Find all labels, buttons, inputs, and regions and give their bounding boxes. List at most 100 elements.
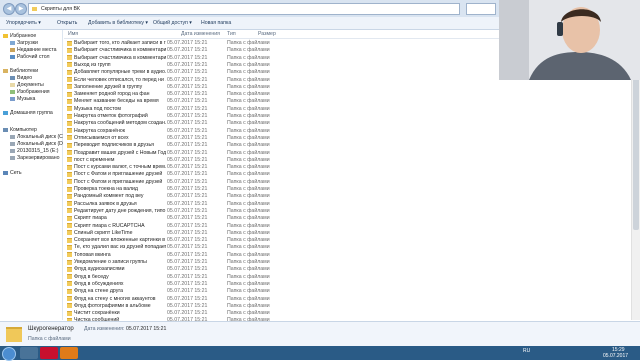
- organize-button[interactable]: Упорядочить ▾: [6, 20, 41, 26]
- folder-icon: [67, 135, 72, 141]
- file-type: Папка с файлами: [227, 273, 270, 280]
- file-name: Переводит подписчиков в друзья: [74, 142, 154, 149]
- file-row[interactable]: Накрутка сообщений методом создан... 05.0…: [64, 119, 630, 126]
- sidebar-item-reserved[interactable]: Зарезервировано: [10, 155, 60, 162]
- file-row[interactable]: Флуд на стену с многих аккаунтов 05.07.20…: [64, 295, 630, 302]
- details-pane: Шкурогенератор Дата изменения: 05.07.201…: [0, 321, 640, 347]
- sidebar-item-video[interactable]: Видео: [10, 75, 32, 82]
- file-row[interactable]: Пост с Фатом и приглашение друзей 05.07.2…: [64, 170, 630, 177]
- sidebar-item-drive-d[interactable]: Локальный диск (D: [10, 141, 63, 148]
- sidebar-item-homegroup[interactable]: Домашняя группа: [3, 110, 53, 117]
- file-row[interactable]: Спиный скрипт LikeTime 05.07.2017 15:21 Па…: [64, 229, 630, 236]
- library-icon: [3, 68, 8, 73]
- file-row[interactable]: Топовая вкинга 05.07.2017 15:21 Папка с фа…: [64, 251, 630, 258]
- taskbar-app-icon[interactable]: [60, 347, 78, 359]
- file-type: Папка с файлами: [227, 149, 270, 156]
- search-input[interactable]: [466, 3, 496, 15]
- file-row[interactable]: Скрипт пиара 05.07.2017 15:21 Папка с файл…: [64, 214, 630, 221]
- file-date: 05.07.2017 15:21: [167, 302, 208, 309]
- drive-icon: [10, 134, 15, 139]
- language-indicator[interactable]: RU: [523, 348, 530, 354]
- folder-icon: [67, 259, 72, 265]
- folder-icon: [32, 7, 37, 11]
- sidebar-item-favorites[interactable]: Избранное: [3, 33, 36, 40]
- file-row[interactable]: Заменяет родной город на фан 05.07.2017 1…: [64, 90, 630, 97]
- file-row[interactable]: Рандомный коммент под веу 05.07.2017 15:2…: [64, 192, 630, 199]
- file-row[interactable]: Флуд в обсуждениях 05.07.2017 15:21 Папка …: [64, 280, 630, 287]
- file-row[interactable]: Поздравит ваших друзей с Новым Годо... 05…: [64, 149, 630, 156]
- file-row[interactable]: Рассылка заявок в друзья 05.07.2017 15:21…: [64, 200, 630, 207]
- file-row[interactable]: Уведомление о записи группы 05.07.2017 15…: [64, 258, 630, 265]
- file-row[interactable]: Пост с курсами валют, с точным врем... 05…: [64, 163, 630, 170]
- sidebar-item-recent[interactable]: Недавние места: [10, 47, 57, 54]
- recent-icon: [10, 47, 15, 52]
- sidebar-item-network[interactable]: Сеть: [3, 170, 22, 177]
- file-name: Флуд на стене друга: [74, 288, 123, 295]
- open-button[interactable]: Открыть: [57, 20, 77, 26]
- file-row[interactable]: Сохраняет все вложенные картинки в с... 0…: [64, 236, 630, 243]
- file-row[interactable]: Скрипт пиара с RUCAPTCHA 05.07.2017 15:21…: [64, 222, 630, 229]
- file-row[interactable]: Меняет название беседы на время 05.07.201…: [64, 97, 630, 104]
- sidebar-item-pictures[interactable]: Изображения: [10, 89, 50, 96]
- file-row[interactable]: Пост с Фатом и приглашение друзей 05.07.2…: [64, 178, 630, 185]
- file-name: Рассылка заявок в друзья: [74, 200, 137, 207]
- folder-icon: [67, 120, 72, 126]
- folder-icon: [67, 62, 72, 68]
- file-date: 05.07.2017 15:21: [167, 120, 208, 127]
- file-type: Папка с файлами: [227, 259, 270, 265]
- taskbar-opera-icon[interactable]: [40, 347, 58, 359]
- sidebar-item-desktop[interactable]: Рабочий стол: [10, 54, 50, 61]
- address-bar[interactable]: Скрипты для ВК: [28, 3, 460, 15]
- sidebar-item-documents[interactable]: Документы: [10, 82, 44, 89]
- file-type: Папка с файлами: [227, 120, 270, 127]
- file-row[interactable]: Редактирует дату дне рождения, типо к...…: [64, 207, 630, 214]
- file-row[interactable]: Проверка тоекна на валид 05.07.2017 15:21…: [64, 185, 630, 192]
- forward-button[interactable]: ▶: [15, 3, 27, 15]
- file-row[interactable]: Музыка под постом 05.07.2017 15:21 Папка с…: [64, 105, 630, 112]
- column-name[interactable]: Имя: [68, 31, 78, 37]
- file-type: Папка с файлами: [227, 98, 270, 105]
- start-button[interactable]: [2, 347, 16, 361]
- taskbar-explorer-icon[interactable]: [20, 347, 38, 359]
- sidebar-item-computer[interactable]: Компьютер: [3, 127, 37, 134]
- file-row[interactable]: Флуд в беседу 05.07.2017 15:21 Папка с фай…: [64, 273, 630, 280]
- column-size[interactable]: Размер: [258, 31, 276, 37]
- file-date: 05.07.2017 15:21: [167, 98, 208, 105]
- new-folder-button[interactable]: Новая папка: [201, 20, 231, 26]
- sidebar-item-music[interactable]: Музыка: [10, 96, 35, 103]
- file-row[interactable]: Переводит подписчиков в друзья 05.07.2017…: [64, 141, 630, 148]
- sidebar-item-libraries[interactable]: Библиотеки: [3, 68, 38, 75]
- file-row[interactable]: Те, кто удалил вас из друзей попадает в.…: [64, 243, 630, 250]
- share-button[interactable]: Общий доступ ▾: [153, 20, 192, 26]
- file-row[interactable]: Отписываемся от всех 05.07.2017 15:21 Папк…: [64, 134, 630, 141]
- file-name: Пост с Фатом и приглашение друзей: [74, 171, 163, 178]
- file-type: Папка с файлами: [227, 40, 270, 46]
- column-date[interactable]: Дата изменения: [181, 31, 220, 37]
- file-row[interactable]: Флуд аудиозаписями 05.07.2017 15:21 Папка …: [64, 265, 630, 272]
- add-to-library-button[interactable]: Добавить в библиотеку ▾: [88, 20, 148, 26]
- folder-icon: [67, 40, 72, 46]
- file-name: Выбирает того, кто лайкает записи в гр..…: [74, 40, 166, 46]
- breadcrumb[interactable]: Скрипты для ВК: [41, 6, 80, 12]
- folder-icon: [67, 296, 72, 301]
- back-button[interactable]: ◀: [3, 3, 15, 15]
- folder-icon: [67, 266, 72, 272]
- folder-icon: [67, 128, 72, 134]
- file-row[interactable]: Накрутка отметок фотографий 05.07.2017 15…: [64, 112, 630, 119]
- clock-date[interactable]: 05.07.2017: [603, 353, 628, 359]
- file-row[interactable]: Заполнение друзей в группу 05.07.2017 15:…: [64, 83, 630, 90]
- sidebar-item-downloads[interactable]: Загрузки: [10, 40, 38, 47]
- file-row[interactable]: Флуд на стене друга 05.07.2017 15:21 Папка…: [64, 287, 630, 294]
- file-date: 05.07.2017 15:21: [167, 105, 208, 112]
- file-row[interactable]: Флуд фотографиями в альбоме 05.07.2017 15…: [64, 302, 630, 309]
- sidebar-item-drive-c[interactable]: Локальный диск (C: [10, 134, 63, 141]
- file-row[interactable]: Накрутка сохранёнок 05.07.2017 15:21 Папка…: [64, 127, 630, 134]
- picture-icon: [10, 89, 15, 94]
- file-row[interactable]: Чистит сохранёнки 05.07.2017 15:21 Папка с…: [64, 309, 630, 316]
- file-name: Заменяет родной город на фан: [74, 91, 150, 98]
- folder-icon: [67, 98, 72, 104]
- column-type[interactable]: Тип: [227, 31, 236, 37]
- scrollbar-thumb[interactable]: [633, 70, 639, 230]
- sidebar-item-drive-e[interactable]: 20130315_15 (E:): [10, 148, 59, 155]
- file-row[interactable]: пост с временем 05.07.2017 15:21 Папка с ф…: [64, 156, 630, 163]
